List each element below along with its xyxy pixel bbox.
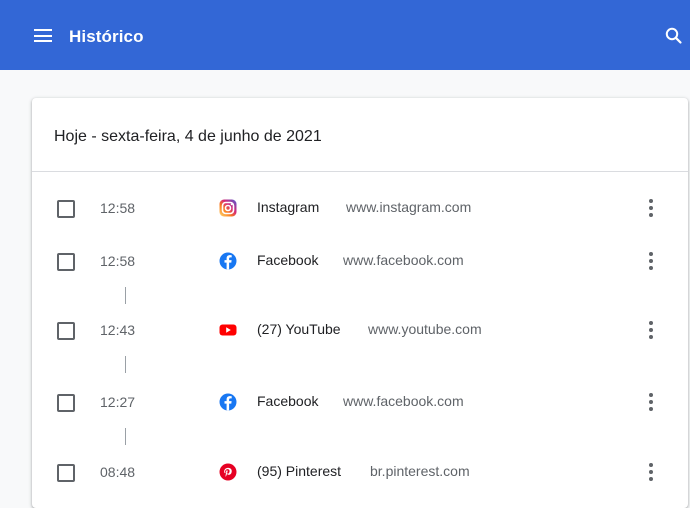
entry-checkbox[interactable] [57, 394, 75, 412]
entry-title-link[interactable]: Facebook [257, 252, 318, 268]
entry-time: 08:48 [100, 464, 136, 480]
facebook-icon [219, 393, 237, 411]
menu-icon[interactable] [34, 29, 52, 42]
history-entry: 12:43 (27) YouTube www.youtube.com [32, 310, 688, 350]
pinterest-icon [219, 463, 237, 481]
entry-domain: www.facebook.com [343, 252, 464, 268]
entry-domain: www.youtube.com [368, 321, 482, 337]
entry-domain: www.facebook.com [343, 393, 464, 409]
entry-time: 12:43 [100, 322, 136, 338]
more-options-icon[interactable] [644, 320, 658, 340]
entry-title-link[interactable]: Facebook [257, 393, 318, 409]
entry-title-link[interactable]: (27) YouTube [257, 321, 341, 337]
entry-checkbox[interactable] [57, 200, 75, 218]
history-entry: 12:58 Instagram www.instagram.com [32, 188, 688, 228]
entry-title-link[interactable]: Instagram [257, 199, 319, 215]
search-icon[interactable] [664, 26, 684, 46]
timeline-connector [125, 356, 126, 373]
timeline-connector [125, 287, 126, 304]
entry-time: 12:58 [100, 200, 136, 216]
entry-time: 12:58 [100, 253, 136, 269]
date-heading: Hoje - sexta-feira, 4 de junho de 2021 [54, 128, 322, 145]
entry-domain: br.pinterest.com [370, 463, 470, 479]
entry-checkbox[interactable] [57, 253, 75, 271]
facebook-icon [219, 252, 237, 270]
entry-domain: www.instagram.com [346, 199, 472, 215]
entry-checkbox[interactable] [57, 464, 75, 482]
date-header: Hoje - sexta-feira, 4 de junho de 2021 [32, 98, 688, 172]
history-entry: 08:48 (95) Pinterest br.pinterest.com [32, 452, 688, 492]
instagram-icon [219, 199, 237, 217]
history-entry: 12:27 Facebook www.facebook.com [32, 382, 688, 422]
more-options-icon[interactable] [644, 462, 658, 482]
youtube-icon [219, 321, 237, 339]
page-title: Histórico [69, 27, 144, 46]
entry-time: 12:27 [100, 394, 136, 410]
more-options-icon[interactable] [644, 392, 658, 412]
timeline-connector [125, 428, 126, 445]
history-entry: 12:58 Facebook www.facebook.com [32, 241, 688, 281]
history-card: Hoje - sexta-feira, 4 de junho de 2021 1… [32, 98, 688, 508]
more-options-icon[interactable] [644, 251, 658, 271]
entry-checkbox[interactable] [57, 322, 75, 340]
top-bar: Histórico [0, 0, 690, 70]
more-options-icon[interactable] [644, 198, 658, 218]
entry-title-link[interactable]: (95) Pinterest [257, 463, 341, 479]
